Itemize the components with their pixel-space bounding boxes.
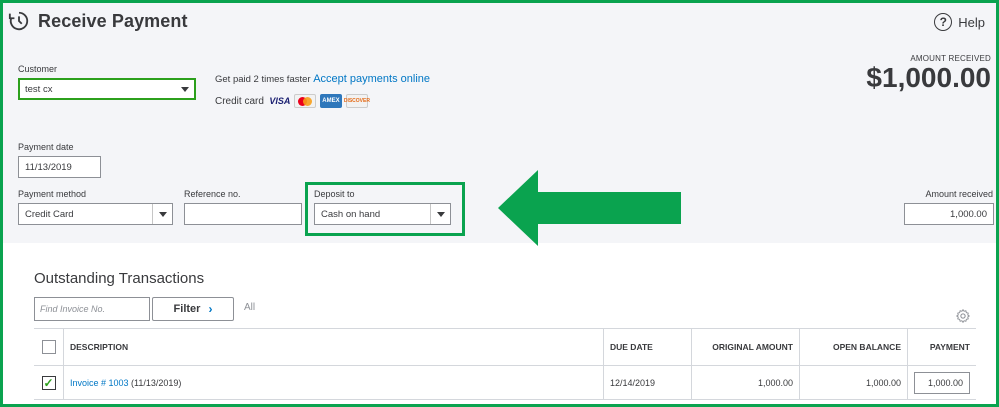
chevron-down-icon: [181, 86, 189, 92]
outstanding-transactions-title: Outstanding Transactions: [34, 270, 205, 287]
payment-date-value: 11/13/2019: [25, 161, 72, 173]
title-row: Receive Payment: [8, 10, 188, 32]
help-button[interactable]: ? Help: [934, 13, 985, 31]
invoice-date: (11/13/2019): [128, 377, 182, 388]
filter-label: Filter: [173, 303, 201, 315]
left-arrow-annotation: [498, 170, 681, 246]
card-logos: VISA AMEX DISCOVER: [269, 94, 372, 108]
gear-icon[interactable]: [955, 308, 971, 324]
accept-payments-online-link[interactable]: Accept payments online: [313, 73, 430, 85]
help-icon: ?: [934, 13, 953, 31]
column-header-due-date[interactable]: DUE DATE: [604, 329, 692, 365]
help-label: Help: [958, 14, 985, 30]
deposit-to-select[interactable]: Cash on hand: [314, 203, 451, 225]
invoice-link[interactable]: Invoice # 1003: [70, 378, 129, 388]
row-payment-input[interactable]: 1,000.00: [914, 371, 970, 394]
mastercard-icon: [293, 94, 316, 108]
outstanding-transactions-table: DESCRIPTION DUE DATE ORIGINAL AMOUNT OPE…: [34, 328, 976, 400]
row-check-cell: ✓: [34, 366, 64, 399]
payment-date-input[interactable]: 11/13/2019: [18, 156, 101, 178]
payment-method-select[interactable]: Credit Card: [18, 203, 173, 225]
page-title: Receive Payment: [38, 10, 188, 31]
chevron-right-icon: ›: [208, 302, 213, 316]
customer-select[interactable]: test cx: [18, 78, 196, 100]
filter-button[interactable]: Filter ›: [152, 297, 234, 321]
checkmark-icon: ✓: [43, 375, 54, 390]
customer-dropdown-button[interactable]: [175, 79, 195, 99]
discover-icon: DISCOVER: [344, 94, 370, 108]
credit-card-row: Credit card VISA AMEX DISCOVER: [215, 94, 372, 108]
row-due-date: 12/14/2019: [604, 366, 692, 399]
select-all-cell: [34, 329, 64, 365]
deposit-to-dropdown-button[interactable]: [430, 204, 450, 224]
get-paid-text: Get paid 2 times faster: [215, 74, 311, 85]
payment-date-label: Payment date: [18, 142, 74, 152]
payment-method-label: Payment method: [18, 189, 87, 199]
payment-method-dropdown-button[interactable]: [152, 204, 172, 224]
history-icon[interactable]: [8, 10, 30, 32]
column-header-open-balance[interactable]: OPEN BALANCE: [800, 329, 908, 365]
chevron-down-icon: [158, 211, 167, 217]
reference-input[interactable]: [184, 203, 302, 225]
customer-label: Customer: [18, 64, 58, 74]
row-open-balance: 1,000.00: [800, 366, 908, 399]
table-header: DESCRIPTION DUE DATE ORIGINAL AMOUNT OPE…: [34, 328, 976, 366]
column-header-original-amount[interactable]: ORIGINAL AMOUNT: [692, 329, 800, 365]
row-original-amount: 1,000.00: [692, 366, 800, 399]
select-all-checkbox[interactable]: [41, 340, 56, 354]
filter-all-label: All: [244, 302, 256, 313]
amount-received-input[interactable]: 1,000.00: [904, 203, 994, 225]
deposit-to-label: Deposit to: [314, 189, 355, 199]
deposit-to-value: Cash on hand: [321, 208, 381, 220]
chevron-down-icon: [436, 211, 445, 217]
get-paid-promo: Get paid 2 times faster Accept payments …: [215, 73, 430, 85]
visa-icon: VISA: [269, 96, 291, 106]
credit-card-label: Credit card: [215, 95, 264, 107]
find-invoice-input[interactable]: Find Invoice No.: [34, 297, 150, 321]
table-row: ✓ Invoice # 1003 (11/13/2019) 12/14/2019…: [34, 366, 976, 400]
row-description: Invoice # 1003 (11/13/2019): [64, 366, 604, 399]
reference-label: Reference no.: [184, 189, 241, 199]
amount-received-label: Amount received: [925, 189, 993, 199]
amount-received-value: 1,000.00: [950, 208, 987, 220]
payment-method-value: Credit Card: [25, 208, 74, 220]
row-payment-cell: 1,000.00: [908, 366, 976, 399]
customer-value: test cx: [25, 83, 53, 95]
column-header-description[interactable]: DESCRIPTION: [64, 329, 604, 365]
amex-icon: AMEX: [319, 94, 342, 108]
row-checkbox[interactable]: ✓: [41, 375, 56, 390]
amount-received-summary-value: $1,000.00: [866, 62, 991, 93]
column-header-payment[interactable]: PAYMENT: [908, 329, 976, 365]
